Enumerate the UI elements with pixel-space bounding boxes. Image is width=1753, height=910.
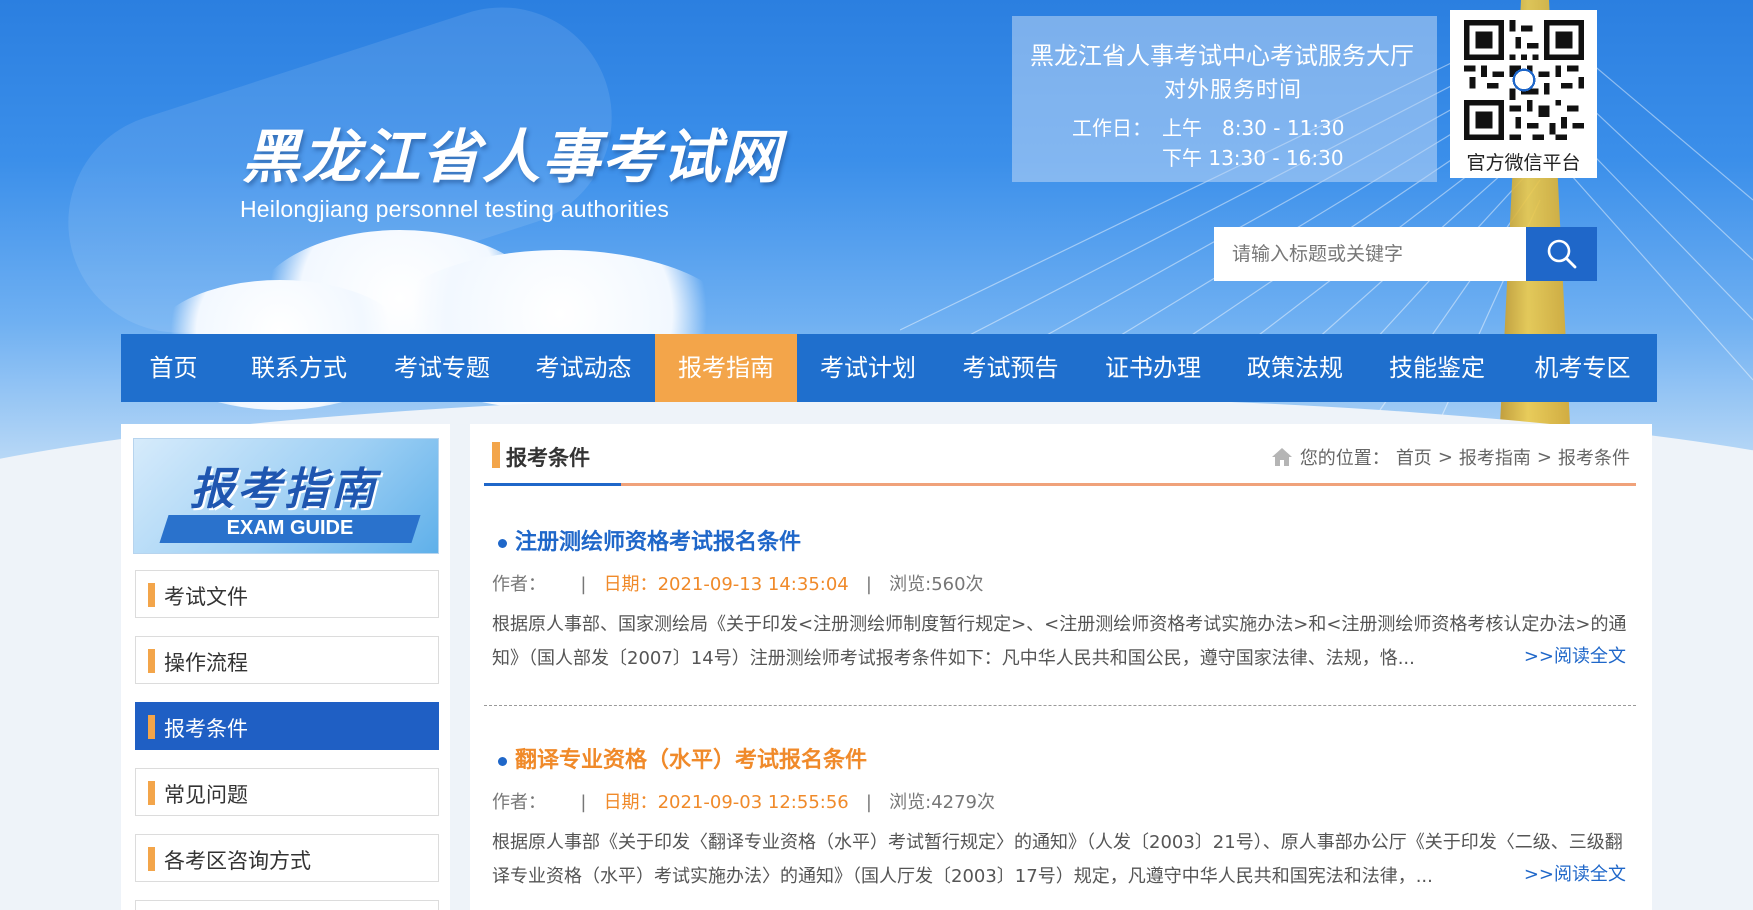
nav-item-exam-preview[interactable]: 考试预告 xyxy=(939,334,1082,402)
breadcrumb-separator: > xyxy=(1437,446,1453,468)
nav-item-contact[interactable]: 联系方式 xyxy=(226,334,372,402)
orange-marker xyxy=(148,715,155,739)
nav-item-exam-plan[interactable]: 考试计划 xyxy=(797,334,939,402)
nav-item-certificates[interactable]: 证书办理 xyxy=(1082,334,1224,402)
bullet-dot-icon xyxy=(498,756,507,766)
home-icon xyxy=(1271,448,1292,466)
read-more-link[interactable]: >>阅读全文 xyxy=(1524,860,1626,886)
article-summary: 根据原人事部《关于印发〈翻译专业资格（水平）考试暂行规定〉的通知》（人发〔200… xyxy=(492,832,1623,887)
orange-marker xyxy=(148,583,155,607)
service-subtitle: 对外服务时间 xyxy=(1164,78,1303,103)
sidebar-item-procedure[interactable]: 操作流程 xyxy=(135,636,439,684)
guide-banner-title: 报考指南 xyxy=(190,464,378,515)
article-views: 浏览:560次 xyxy=(889,574,984,595)
breadcrumb-prefix: 您的位置： xyxy=(1299,448,1390,469)
article-views: 浏览:4279次 xyxy=(889,792,996,813)
workday-label: 工作日： xyxy=(1072,116,1152,140)
search-button[interactable] xyxy=(1526,227,1597,281)
orange-marker xyxy=(148,781,155,805)
read-more-link[interactable]: >>阅读全文 xyxy=(1524,642,1626,668)
sidebar-item-label: 操作流程 xyxy=(164,651,248,675)
orange-marker xyxy=(148,649,155,673)
breadcrumb-exam-guide[interactable]: 报考指南 xyxy=(1459,444,1531,470)
breadcrumb-separator: > xyxy=(1536,446,1552,468)
article-title: 翻译专业资格（水平）考试报名条件 xyxy=(515,748,868,773)
article-summary: 根据原人事部、国家测绘局《关于印发<注册测绘师制度暂行规定>、<注册测绘师资格考… xyxy=(492,614,1627,669)
section-underline xyxy=(484,483,1636,486)
nav-item-skill-appraisal[interactable]: 技能鉴定 xyxy=(1366,334,1508,402)
exam-guide-banner: 报考指南 EXAM GUIDE xyxy=(133,438,439,554)
author-label: 作者： xyxy=(492,574,546,595)
site-title: 黑龙江省人事考试网 xyxy=(242,123,783,191)
main-content: 报考条件 您的位置： 首页 > 报考指南 > 报考条件 注册测绘师资格考试报名条… xyxy=(470,424,1652,910)
sidebar-item-label: 常见问题 xyxy=(164,783,248,807)
section-underline-accent xyxy=(484,483,621,486)
bullet-dot-icon xyxy=(498,538,507,548)
nav-item-exam-news[interactable]: 考试动态 xyxy=(512,334,655,402)
article-date: 2021-09-03 12:55:56 xyxy=(657,792,849,813)
nav-item-computer-exam[interactable]: 机考专区 xyxy=(1508,334,1657,402)
article-meta: 作者： | 日期：2021-09-03 12:55:56 | 浏览:4279次 xyxy=(492,792,996,813)
article-meta: 作者： | 日期：2021-09-13 14:35:04 | 浏览:560次 xyxy=(492,574,984,595)
article-title-link[interactable]: 翻译专业资格（水平）考试报名条件 xyxy=(498,742,867,774)
sidebar-item-label: 报考条件 xyxy=(164,717,248,741)
date-label: 日期： xyxy=(603,574,658,595)
wechat-qr-panel[interactable]: 官方微信平台 xyxy=(1450,10,1597,178)
search-icon xyxy=(1547,239,1576,269)
breadcrumb: 您的位置： 首页 > 报考指南 > 报考条件 xyxy=(1270,444,1630,470)
nav-item-home[interactable]: 首页 xyxy=(121,334,226,402)
qr-label: 官方微信平台 xyxy=(1466,152,1581,174)
author-label: 作者： xyxy=(492,792,546,813)
article-date: 2021-09-13 14:35:04 xyxy=(657,574,849,595)
orange-marker xyxy=(148,847,155,871)
sidebar-item-faq[interactable]: 常见问题 xyxy=(135,768,439,816)
afternoon-hours: 下午 13:30 - 16:30 xyxy=(1162,146,1344,170)
sidebar-item-consultation[interactable]: 各考区咨询方式 xyxy=(135,834,439,882)
article-divider xyxy=(484,705,1636,706)
sidebar-item-partial xyxy=(135,900,439,910)
section-title: 报考条件 xyxy=(506,446,590,470)
nav-item-exam-guide[interactable]: 报考指南 xyxy=(655,334,797,402)
breadcrumb-home[interactable]: 首页 xyxy=(1396,444,1432,470)
service-hours-panel: 黑龙江省人事考试中心考试服务大厅 对外服务时间 工作日： 上午 8:30 - 1… xyxy=(1012,16,1437,182)
sidebar-item-label: 考试文件 xyxy=(164,585,248,609)
section-marker xyxy=(492,442,500,468)
morning-hours: 上午 8:30 - 11:30 xyxy=(1162,116,1345,140)
breadcrumb-current[interactable]: 报考条件 xyxy=(1558,444,1630,470)
sidebar-item-exam-documents[interactable]: 考试文件 xyxy=(135,570,439,618)
site-subtitle: Heilongjiang personnel testing authoriti… xyxy=(240,196,670,222)
main-nav: 首页 联系方式 考试专题 考试动态 报考指南 考试计划 考试预告 证书办理 政策… xyxy=(121,334,1657,402)
service-title: 黑龙江省人事考试中心考试服务大厅 xyxy=(1030,42,1414,70)
nav-item-policies[interactable]: 政策法规 xyxy=(1224,334,1366,402)
sidebar-item-label: 各考区咨询方式 xyxy=(164,849,311,873)
date-label: 日期： xyxy=(603,792,658,813)
nav-item-exam-topics[interactable]: 考试专题 xyxy=(372,334,512,402)
article-title-link[interactable]: 注册测绘师资格考试报名条件 xyxy=(498,524,801,556)
sidebar-item-requirements[interactable]: 报考条件 xyxy=(135,702,439,750)
article-title: 注册测绘师资格考试报名条件 xyxy=(515,530,802,555)
qr-code-icon xyxy=(1464,20,1584,140)
guide-banner-subtitle: EXAM GUIDE xyxy=(226,517,354,539)
sidebar: 报考指南 EXAM GUIDE 考试文件 操作流程 报考条件 常见问题 各考区咨… xyxy=(121,424,450,910)
search-input[interactable] xyxy=(1214,227,1526,281)
